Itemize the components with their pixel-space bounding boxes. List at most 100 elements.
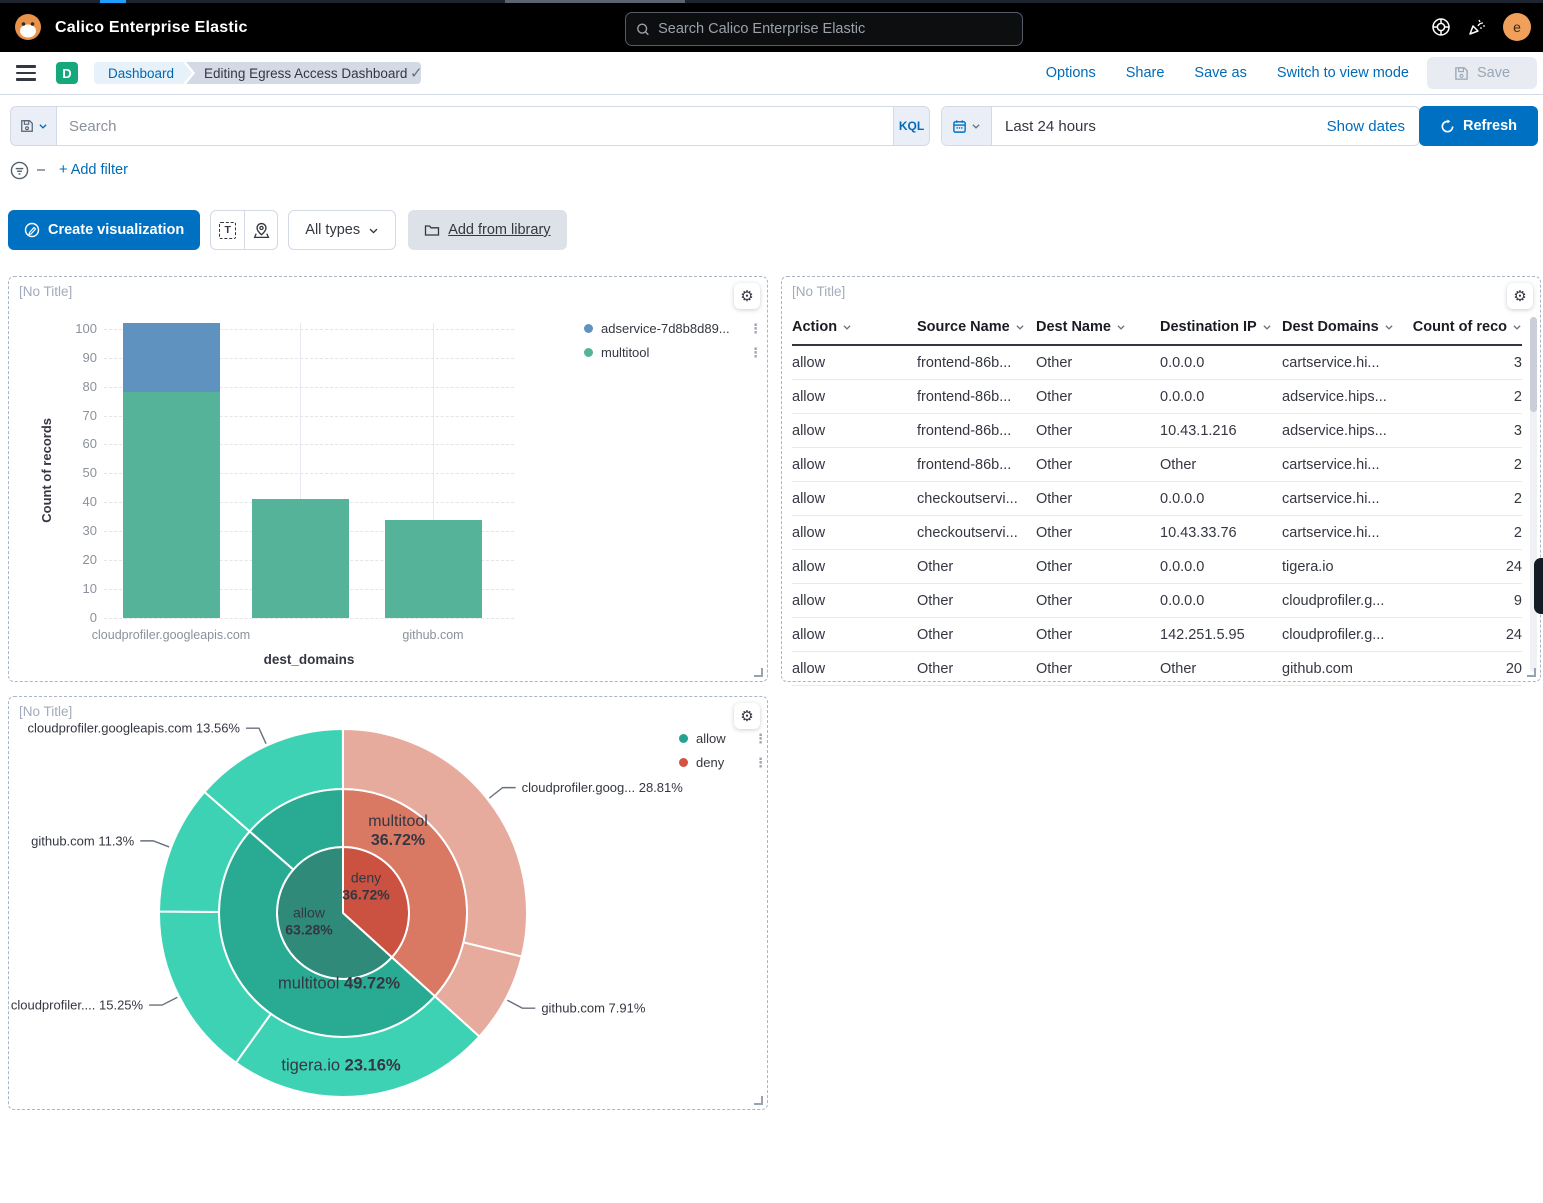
global-search-input[interactable] <box>658 21 1012 37</box>
table-row[interactable]: allowfrontend-86b...Other0.0.0.0adservic… <box>792 380 1522 414</box>
legend-item[interactable]: adservice-7d8b8d89...⋮ <box>584 321 762 336</box>
table-cell: 0.0.0.0 <box>1160 593 1282 609</box>
add-filter-button[interactable]: + Add filter <box>59 162 128 178</box>
table-scrollbar[interactable] <box>1530 317 1537 672</box>
bar-segment-adservice-7d8b8d89-[interactable] <box>123 323 220 392</box>
refresh-button[interactable]: Refresh <box>1419 106 1538 146</box>
table-row[interactable]: allowOtherOtherOthergithub.com20 <box>792 652 1522 686</box>
save-icon <box>1454 66 1469 81</box>
table-cell: cartservice.hi... <box>1282 525 1404 541</box>
sunburst-panel: [No Title] ⚙ cloudprofiler.goog... 28.81… <box>8 696 768 1110</box>
gear-icon[interactable]: ⚙ <box>1507 283 1533 309</box>
table-cell: frontend-86b... <box>917 389 1036 405</box>
legend-menu-icon[interactable]: ⋮ <box>749 348 762 358</box>
table-cell: Other <box>1036 525 1160 541</box>
kql-language-button[interactable]: KQL <box>893 106 930 146</box>
edge-flyout-tab[interactable] <box>1534 558 1543 614</box>
bar-segment-multitool[interactable] <box>123 392 220 618</box>
column-header-label: Destination IP <box>1160 319 1257 335</box>
column-header-dest-domains[interactable]: Dest Domains <box>1282 319 1404 335</box>
y-tick-label: 100 <box>63 321 97 336</box>
bar-segment-multitool[interactable] <box>385 520 482 618</box>
date-picker: Last 24 hours Show dates <box>941 106 1420 146</box>
column-header-label: Dest Name <box>1036 319 1111 335</box>
text-icon: T <box>219 222 236 239</box>
dashboard-page: Calico Enterprise Elastic e D Dashboard … <box>0 0 1543 1203</box>
column-header-dest-name[interactable]: Dest Name <box>1036 319 1160 335</box>
table-cell: 2 <box>1404 525 1522 541</box>
time-range-value[interactable]: Last 24 hours <box>1005 118 1327 135</box>
table-cell: 0.0.0.0 <box>1160 389 1282 405</box>
column-header-source-name[interactable]: Source Name <box>917 319 1036 335</box>
legend-item[interactable]: deny⋮ <box>679 755 767 770</box>
table-cell: cartservice.hi... <box>1282 491 1404 507</box>
refresh-button-label: Refresh <box>1463 118 1517 134</box>
help-icon[interactable] <box>1431 17 1451 37</box>
table-cell: 0.0.0.0 <box>1160 491 1282 507</box>
table-cell: checkoutservi... <box>917 491 1036 507</box>
legend-menu-icon[interactable]: ⋮ <box>754 734 767 744</box>
bar-chart-panel: [No Title] ⚙ Count of records 0102030405… <box>8 276 768 682</box>
resize-handle-icon[interactable] <box>754 1096 763 1105</box>
add-from-library-button[interactable]: Add from library <box>408 210 566 250</box>
table-cell: 2 <box>1404 491 1522 507</box>
legend-item[interactable]: multitool⋮ <box>584 345 762 360</box>
table-cell: 10.43.33.76 <box>1160 525 1282 541</box>
lens-icon <box>24 222 40 238</box>
legend-item[interactable]: allow⋮ <box>679 731 767 746</box>
table-row[interactable]: allowOtherOther0.0.0.0tigera.io24 <box>792 550 1522 584</box>
x-tick-label: cloudprofiler.googleapis.com <box>61 628 281 642</box>
show-dates-button[interactable]: Show dates <box>1327 118 1405 135</box>
menu-icon[interactable] <box>16 65 36 81</box>
options-button[interactable]: Options <box>1046 65 1096 81</box>
all-types-select[interactable]: All types <box>288 210 396 250</box>
gridline <box>104 618 514 619</box>
filter-icon[interactable] <box>10 161 29 180</box>
x-axis-title: dest_domains <box>104 652 514 667</box>
table-row[interactable]: allowcheckoutservi...Other10.43.33.76car… <box>792 516 1522 550</box>
bar-segment-multitool[interactable] <box>252 499 349 618</box>
global-search[interactable] <box>625 12 1023 46</box>
table-cell: 24 <box>1404 627 1522 643</box>
table-cell: allow <box>792 627 917 643</box>
legend-dot <box>584 324 593 333</box>
resize-handle-icon[interactable] <box>1527 668 1536 677</box>
breadcrumb-dashboard[interactable]: Dashboard <box>94 62 192 84</box>
legend-menu-icon[interactable]: ⋮ <box>749 324 762 334</box>
save-button[interactable]: Save <box>1427 57 1537 89</box>
kql-search-field[interactable] <box>56 106 903 146</box>
breadcrumb-current[interactable]: Editing Egress Access Dashboard <box>186 62 421 84</box>
table-row[interactable]: allowfrontend-86b...OtherOthercartservic… <box>792 448 1522 482</box>
chevron-down-icon <box>38 121 48 131</box>
announcements-icon[interactable] <box>1467 17 1487 37</box>
table-row[interactable]: allowcheckoutservi...Other0.0.0.0cartser… <box>792 482 1522 516</box>
table-cell: 20 <box>1404 661 1522 677</box>
y-tick-label: 0 <box>63 610 97 625</box>
add-map-button[interactable] <box>244 211 277 249</box>
kql-search-input[interactable] <box>69 118 902 135</box>
add-text-button[interactable]: T <box>211 211 244 249</box>
resize-handle-icon[interactable] <box>754 668 763 677</box>
table-cell: frontend-86b... <box>917 355 1036 371</box>
dashboard-app-badge[interactable]: D <box>56 62 78 84</box>
table-row[interactable]: allowOtherOther142.251.5.95cloudprofiler… <box>792 618 1522 652</box>
scrollbar-thumb[interactable] <box>1530 317 1537 412</box>
saved-query-menu-button[interactable] <box>10 106 56 146</box>
calendar-menu-button[interactable] <box>942 107 992 145</box>
table-cell: allow <box>792 389 917 405</box>
user-avatar[interactable]: e <box>1503 13 1531 41</box>
share-button[interactable]: Share <box>1126 65 1165 81</box>
search-icon <box>636 22 650 37</box>
save-as-button[interactable]: Save as <box>1194 65 1246 81</box>
column-header-destination-ip[interactable]: Destination IP <box>1160 319 1282 335</box>
column-header-count-of-reco[interactable]: Count of reco <box>1404 319 1522 335</box>
column-header-action[interactable]: Action <box>792 319 917 335</box>
switch-view-mode-button[interactable]: Switch to view mode <box>1277 65 1409 81</box>
table-row[interactable]: allowfrontend-86b...Other10.43.1.216adse… <box>792 414 1522 448</box>
table-row[interactable]: allowfrontend-86b...Other0.0.0.0cartserv… <box>792 346 1522 380</box>
y-tick-label: 30 <box>63 523 97 538</box>
table-row[interactable]: allowOtherOther0.0.0.0cloudprofiler.g...… <box>792 584 1522 618</box>
legend-menu-icon[interactable]: ⋮ <box>754 758 767 768</box>
create-visualization-button[interactable]: Create visualization <box>8 210 200 250</box>
check-icon[interactable]: ✓ <box>410 64 423 82</box>
